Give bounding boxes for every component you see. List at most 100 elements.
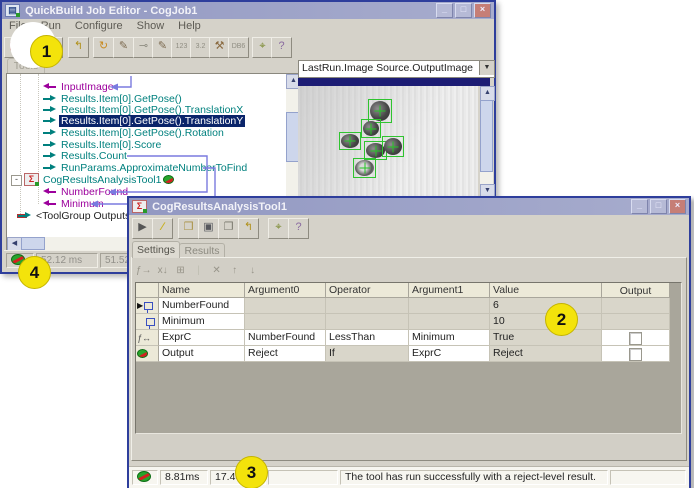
- minimize-button[interactable]: _: [631, 199, 648, 214]
- cell-name[interactable]: Output: [159, 346, 245, 362]
- add-formula-icon[interactable]: ƒ→: [136, 265, 152, 276]
- grid-header-row: Name Argument0 Operator Argument1 Value …: [136, 283, 681, 298]
- main-titlebar[interactable]: ▤ QuickBuild Job Editor - CogJob1 _ □ ×: [2, 2, 494, 19]
- run-tool-icon[interactable]: ▶: [132, 218, 153, 239]
- cell-operator[interactable]: LessThan: [326, 330, 409, 346]
- table-db-icon[interactable]: DB6: [228, 37, 249, 58]
- scroll-up-icon[interactable]: ▲: [480, 86, 495, 101]
- header-name[interactable]: Name: [159, 283, 245, 298]
- output-checkbox[interactable]: [629, 332, 642, 345]
- refresh-icon[interactable]: ↻: [93, 37, 114, 58]
- cell-argument0[interactable]: [245, 314, 326, 330]
- move-up-icon[interactable]: ↑: [228, 265, 242, 276]
- probe-icon[interactable]: ⌖: [268, 218, 289, 239]
- child-titlebar[interactable]: Σ CogResultsAnalysisTool1 _ □ ×: [129, 198, 689, 215]
- header-value[interactable]: Value: [490, 283, 602, 298]
- image-source-selector[interactable]: LastRun.Image Source.OutputImage ▼: [298, 60, 495, 78]
- table-32-icon[interactable]: 3.2: [190, 37, 211, 58]
- tree-expander-minus[interactable]: -: [11, 175, 22, 186]
- cell-operator[interactable]: [326, 314, 409, 330]
- io-pin-icon: [144, 302, 153, 310]
- cell-output[interactable]: [602, 330, 670, 346]
- cell-name[interactable]: ExprC: [159, 330, 245, 346]
- status-blank-panel: [268, 470, 338, 485]
- scroll-thumb[interactable]: [21, 237, 45, 250]
- cell-operator[interactable]: If: [326, 346, 409, 362]
- tab-settings[interactable]: Settings: [132, 241, 180, 258]
- tree-item-toolgroup-outputs[interactable]: <ToolGroup Outputs>: [18, 209, 138, 222]
- help-icon[interactable]: ?: [271, 37, 292, 58]
- cell-argument1[interactable]: [409, 314, 490, 330]
- status-message: The tool has run successfully with a rej…: [340, 470, 608, 485]
- row-selector[interactable]: ▶: [136, 298, 159, 314]
- cell-argument0[interactable]: Reject: [245, 346, 326, 362]
- callout-3: 3: [235, 456, 268, 488]
- maximize-button[interactable]: □: [650, 199, 667, 214]
- input-arrow-icon: [43, 200, 56, 207]
- input-arrow-icon: [43, 188, 56, 195]
- import-icon[interactable]: ↰: [238, 218, 259, 239]
- paint-icon[interactable]: ✎: [113, 37, 134, 58]
- close-button[interactable]: ×: [474, 3, 491, 18]
- found-part-marker: [353, 158, 376, 178]
- app-icon: ▤: [5, 4, 20, 17]
- electric-run-icon[interactable]: ∕: [152, 218, 173, 239]
- cell-output[interactable]: [602, 346, 670, 362]
- menu-configure[interactable]: Configure: [68, 20, 130, 32]
- cell-operator[interactable]: [326, 298, 409, 314]
- import-icon[interactable]: ↰: [68, 37, 89, 58]
- probe-icon[interactable]: ⌖: [252, 37, 273, 58]
- cell-argument1[interactable]: [409, 298, 490, 314]
- tree-guide-line: [20, 74, 21, 216]
- help-icon[interactable]: ?: [288, 218, 309, 239]
- table-row: ▶ NumberFound 6: [136, 298, 681, 314]
- image-vertical-scrollbar[interactable]: ▲ ▼: [480, 86, 493, 199]
- cell-argument0[interactable]: NumberFound: [245, 330, 326, 346]
- minimize-button[interactable]: _: [436, 3, 453, 18]
- header-output[interactable]: Output: [602, 283, 670, 298]
- output-arrow-icon: [43, 129, 56, 136]
- cell-name[interactable]: NumberFound: [159, 298, 245, 314]
- expression-grid: Name Argument0 Operator Argument1 Value …: [135, 282, 682, 434]
- found-part-marker: [382, 136, 404, 157]
- header-operator[interactable]: Operator: [326, 283, 409, 298]
- cell-output[interactable]: [602, 314, 670, 330]
- table-row: Minimum 10: [136, 314, 681, 330]
- detach-icon[interactable]: ⊸: [133, 37, 154, 58]
- cell-argument1[interactable]: Minimum: [409, 330, 490, 346]
- menu-show[interactable]: Show: [130, 20, 172, 32]
- edit-page-icon[interactable]: ✎: [152, 37, 173, 58]
- output-checkbox[interactable]: [629, 348, 642, 361]
- header-argument1[interactable]: Argument1: [409, 283, 490, 298]
- row-selector[interactable]: [136, 314, 159, 330]
- analysis-tool-icon: Σ: [132, 200, 147, 213]
- copy-results-icon[interactable]: ❐: [218, 218, 239, 239]
- header-argument0[interactable]: Argument0: [245, 283, 326, 298]
- callout-2: 2: [545, 303, 578, 336]
- row-selector[interactable]: [136, 346, 159, 362]
- close-button[interactable]: ×: [669, 199, 686, 214]
- tab-results[interactable]: Results: [179, 243, 225, 258]
- cell-output[interactable]: [602, 298, 670, 314]
- scroll-thumb[interactable]: [480, 100, 493, 172]
- cell-argument0[interactable]: [245, 298, 326, 314]
- add-grid-icon[interactable]: ⊞: [174, 265, 188, 276]
- cell-value[interactable]: True: [490, 330, 602, 346]
- child-status-bar: 8.81ms 17.40ms The tool has run successf…: [129, 466, 689, 488]
- table-123-icon[interactable]: 123: [171, 37, 192, 58]
- found-part-marker: [361, 119, 381, 138]
- add-input-icon[interactable]: x↓: [156, 265, 170, 276]
- cell-name[interactable]: Minimum: [159, 314, 245, 330]
- open-icon[interactable]: ❒: [178, 218, 199, 239]
- cell-value[interactable]: Reject: [490, 346, 602, 362]
- lastrun-image-display[interactable]: [298, 86, 478, 199]
- cell-argument1[interactable]: ExprC: [409, 346, 490, 362]
- move-down-icon[interactable]: ↓: [246, 265, 260, 276]
- row-selector[interactable]: ƒ↔: [136, 330, 159, 346]
- save-icon[interactable]: ▣: [198, 218, 219, 239]
- tools-icon[interactable]: ⚒: [209, 37, 230, 58]
- delete-row-icon[interactable]: ✕: [210, 265, 224, 276]
- chevron-down-icon[interactable]: ▼: [479, 61, 494, 75]
- maximize-button[interactable]: □: [455, 3, 472, 18]
- menu-help[interactable]: Help: [171, 20, 208, 32]
